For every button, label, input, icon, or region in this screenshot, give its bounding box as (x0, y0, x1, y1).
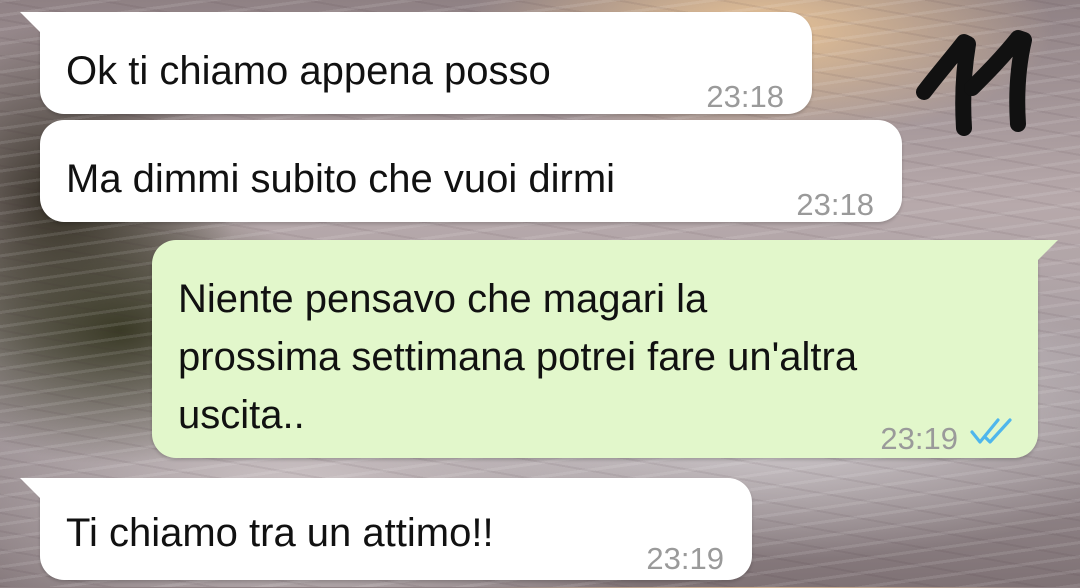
message-timestamp: 23:18 (796, 187, 874, 222)
message-bubble-incoming[interactable]: Ma dimmi subito che vuoi dirmi 23:18 (40, 120, 902, 222)
message-timestamp: 23:18 (706, 79, 784, 114)
double-check-read-icon (970, 418, 1012, 444)
handwritten-number-annotation: 11 (906, 18, 1056, 138)
message-bubble-outgoing[interactable]: Niente pensavo che magari la prossima se… (152, 240, 1058, 458)
message-bubble-incoming[interactable]: Ti chiamo tra un attimo!! 23:19 (20, 478, 752, 580)
message-text: Ti chiamo tra un attimo!! (66, 511, 494, 555)
handwritten-11-icon (916, 30, 1032, 136)
message-text: Ok ti chiamo appena posso (66, 49, 551, 93)
message-timestamp: 23:19 (646, 541, 724, 576)
message-timestamp: 23:19 (880, 421, 958, 456)
message-bubble-incoming[interactable]: Ok ti chiamo appena posso 23:18 (20, 12, 812, 114)
message-text: Ma dimmi subito che vuoi dirmi (66, 157, 616, 201)
